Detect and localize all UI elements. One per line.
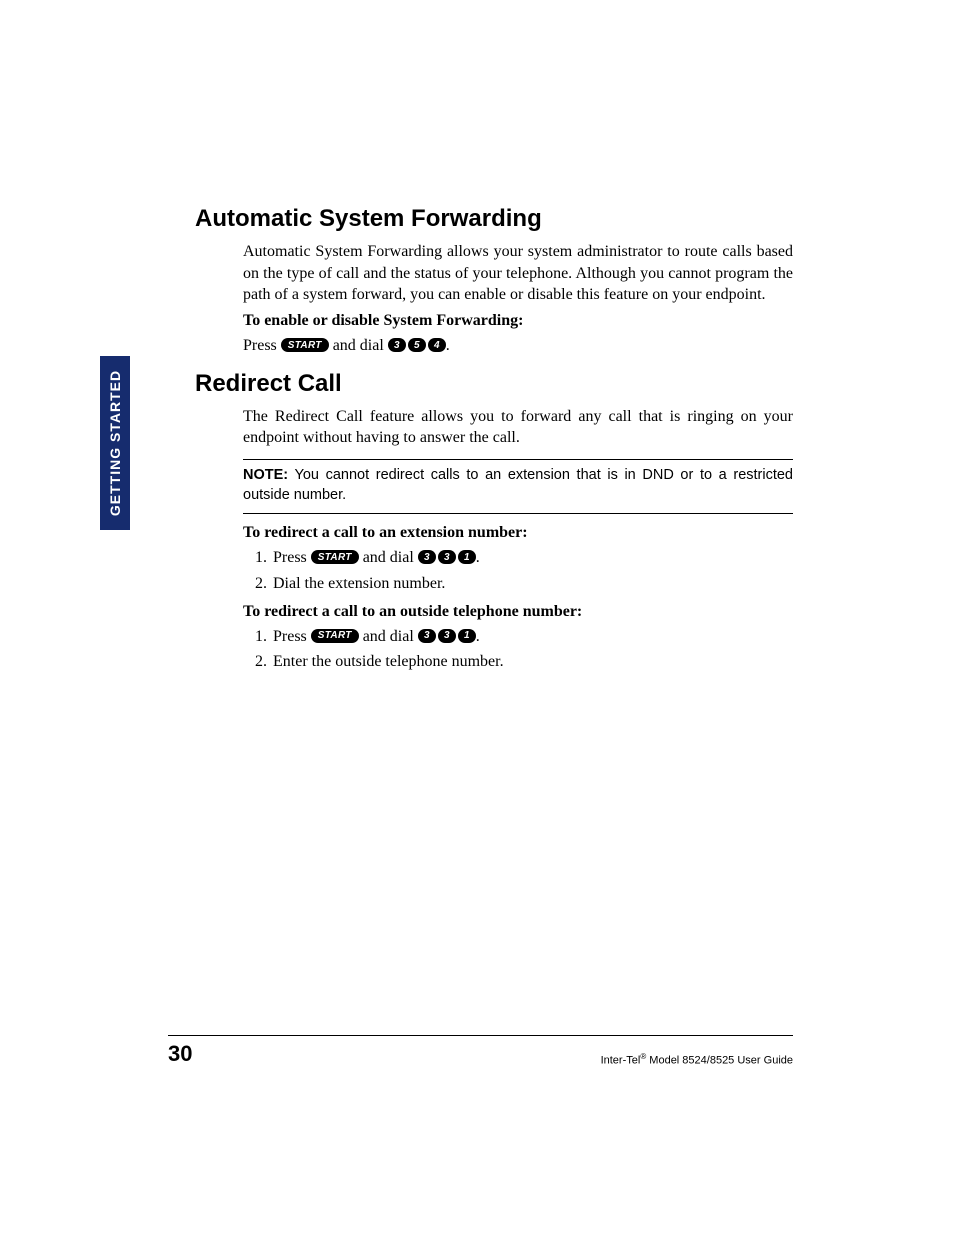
footer-tail: Model 8524/8525 User Guide — [646, 1055, 793, 1067]
text-period: . — [476, 628, 480, 645]
note-box: NOTE: You cannot redirect calls to an ex… — [243, 459, 793, 514]
lead-redirect-outside: To redirect a call to an outside telepho… — [243, 603, 793, 621]
page-number: 30 — [168, 1041, 192, 1067]
note-text: You cannot redirect calls to an extensio… — [243, 467, 793, 503]
text-period: . — [476, 549, 480, 566]
text-and-dial: and dial — [329, 337, 388, 354]
start-button-icon: START — [311, 550, 359, 564]
instruction-asf: Press START and dial 354. — [243, 334, 793, 358]
heading-automatic-system-forwarding: Automatic System Forwarding — [195, 205, 793, 233]
list-item: Dial the extension number. — [271, 572, 793, 597]
sidebar-tab: GETTING STARTED — [100, 356, 130, 530]
key-3-icon: 3 — [438, 629, 456, 643]
sidebar-label: GETTING STARTED — [107, 370, 123, 516]
key-sequence-331: 331 — [418, 549, 476, 566]
key-3-icon: 3 — [418, 629, 436, 643]
text-press: Press — [243, 337, 281, 354]
lead-redirect-extension: To redirect a call to an extension numbe… — [243, 524, 793, 542]
para-redirect: The Redirect Call feature allows you to … — [243, 406, 793, 449]
heading-redirect-call: Redirect Call — [195, 370, 793, 398]
steps-redirect-outside: Press START and dial 331. Enter the outs… — [271, 625, 793, 676]
list-item: Press START and dial 331. — [271, 546, 793, 571]
key-3-icon: 3 — [438, 550, 456, 564]
text-period: . — [446, 337, 450, 354]
text-and-dial: and dial — [359, 628, 418, 645]
text-press: Press — [273, 628, 311, 645]
footer-text: Inter-Tel® Model 8524/8525 User Guide — [601, 1052, 793, 1067]
start-button-icon: START — [281, 338, 329, 352]
key-1-icon: 1 — [458, 629, 476, 643]
list-item: Press START and dial 331. — [271, 625, 793, 650]
note-label: NOTE: — [243, 467, 288, 483]
start-button-icon: START — [311, 629, 359, 643]
key-sequence-331: 331 — [418, 628, 476, 645]
list-item: Enter the outside telephone number. — [271, 650, 793, 675]
key-sequence-354: 354 — [388, 337, 446, 354]
para-asf: Automatic System Forwarding allows your … — [243, 241, 793, 306]
key-3-icon: 3 — [418, 550, 436, 564]
lead-enable-disable: To enable or disable System Forwarding: — [243, 312, 793, 330]
key-3-icon: 3 — [388, 338, 406, 352]
text-and-dial: and dial — [359, 549, 418, 566]
key-1-icon: 1 — [458, 550, 476, 564]
footer: 30 Inter-Tel® Model 8524/8525 User Guide — [168, 1035, 793, 1067]
steps-redirect-extension: Press START and dial 331. Dial the exten… — [271, 546, 793, 597]
main-content: Automatic System Forwarding Automatic Sy… — [195, 205, 793, 676]
key-4-icon: 4 — [428, 338, 446, 352]
text-press: Press — [273, 549, 311, 566]
key-5-icon: 5 — [408, 338, 426, 352]
footer-brand: Inter-Tel — [601, 1055, 641, 1067]
